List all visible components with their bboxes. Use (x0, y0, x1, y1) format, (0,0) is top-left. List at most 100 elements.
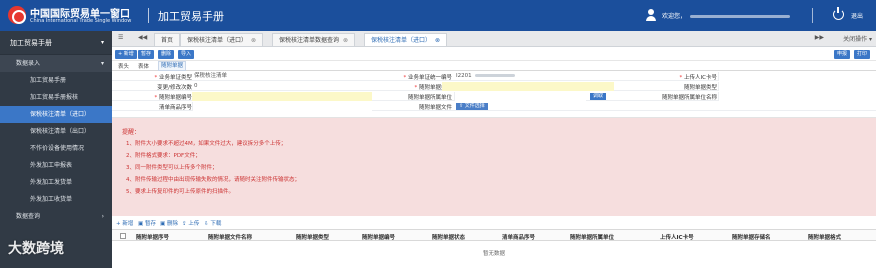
sidebar-item-outsourcing-declaration[interactable]: 外发加工申报表 (0, 157, 112, 174)
select-all-checkbox[interactable] (120, 233, 126, 239)
sidebar: 加工贸易手册 ▾ 数据录入 ▾ 加工贸易手册 加工贸易手册报核 保税核注清单（进口）… (0, 31, 112, 268)
system-title: 加工贸易手册 (158, 10, 224, 23)
col-list-item-no[interactable]: 清单商品序号 (502, 233, 535, 241)
uploader-ic-label-text: 上传人IC卡号 (684, 75, 717, 81)
uploader-ic-field[interactable] (718, 72, 876, 81)
sidebar-section-data-entry[interactable]: 数据录入 ▾ (0, 55, 112, 72)
new-button[interactable]: + 新增 (115, 50, 137, 59)
save-draft-button[interactable]: 暂存 (138, 50, 155, 59)
close-operations-dropdown[interactable]: 关闭操作 ▾ (843, 34, 872, 43)
app-header: 中国国际贸易单一窗口 China International Trade Sin… (0, 0, 876, 31)
menu-toggle-icon[interactable]: ☰ (118, 34, 123, 41)
biz-doc-no-field: I2201 (454, 72, 614, 81)
attach-delete-button[interactable]: ▣ 删除 (160, 219, 178, 227)
attach-save-button[interactable]: ▣ 暂存 (138, 219, 156, 227)
power-icon[interactable] (833, 7, 844, 20)
sidebar-section-label: 数据录入 (16, 60, 41, 67)
col-attach-type[interactable]: 随附单据类型 (296, 233, 329, 241)
masked-username (690, 15, 791, 18)
biz-doc-no-value: I2201 (456, 73, 472, 79)
tab-bonded-list-query[interactable]: 保税核注清单数据查询 ⊗ (272, 33, 356, 46)
import-button[interactable]: 导入 (178, 50, 195, 59)
sidebar-top-menu[interactable]: 加工贸易手册 ▾ (0, 31, 112, 55)
attach-type-field[interactable] (442, 82, 614, 91)
col-attach-filename[interactable]: 随附单据文件名称 (208, 233, 252, 241)
tab-label: 保税核注清单（进口） (371, 37, 432, 44)
attach-upload-button[interactable]: ⇪ 上传 (182, 219, 199, 227)
attachment-toolbar: + 新增 ▣ 暂存 ▣ 删除 ⇪ 上传 ⇩ 下载 (112, 217, 876, 228)
chevron-down-icon: ▾ (100, 39, 104, 46)
attach-new-button[interactable]: + 新增 (116, 219, 133, 227)
biz-doc-type-label: * 业务单证类型 (114, 73, 192, 81)
uploader-ic-label: * 上传人IC卡号 (632, 73, 717, 81)
form-row: * 随附单据编号 随附单据所属单位 调取 随附单据所属单位名称 (112, 92, 876, 101)
tab-scroll-right-icon[interactable]: ▶▶ (815, 34, 824, 41)
empty-table-message: 暂无数据 (482, 251, 505, 257)
sub-tabs: 表头 表体 随附单据 (112, 61, 876, 71)
col-storage-name[interactable]: 随附单据存储名 (732, 233, 771, 241)
col-attach-seq[interactable]: 随附单据序号 (136, 233, 169, 241)
attach-type-dup-field[interactable] (718, 82, 876, 91)
welcome-text: 欢迎您， (662, 11, 791, 20)
change-count-label: 变更/修改次数 (157, 85, 192, 91)
attachment-form: * 业务单证类型 保税核注清单 * 业务单证统一编号 I2201 * 上传人IC… (112, 71, 876, 118)
tab-home[interactable]: 首页 (154, 33, 181, 46)
fetch-unit-button[interactable]: 调取 (590, 93, 607, 100)
sidebar-item-bonded-list-import[interactable]: 保税核注清单（进口） (0, 106, 112, 123)
select-file-button[interactable]: ⇪ 文件选择 (456, 103, 488, 110)
attach-type-dup-label: 随附单据类型 (683, 85, 717, 91)
tab-bonded-list-import[interactable]: 保税核注清单（进口） ⊗ (180, 33, 264, 46)
col-attach-no[interactable]: 随附单据编号 (362, 233, 395, 241)
save-icon: ▣ (138, 221, 145, 227)
attach-save-label: 暂存 (144, 221, 156, 227)
notice-line: 5、要求上传复印件的可上传原件的扫描件。 (126, 189, 235, 195)
user-icon (645, 9, 657, 21)
attach-unit-name-field[interactable] (718, 92, 876, 101)
attach-download-label: 下载 (210, 221, 222, 227)
print-button[interactable]: 打印 (854, 50, 871, 59)
attach-no-field[interactable] (192, 92, 372, 101)
sidebar-item-processing-manual[interactable]: 加工贸易手册 (0, 72, 112, 89)
header-divider-right (812, 8, 813, 23)
notice-line: 4、附件传输过程中由出现传输失败的情况，请随时关注附件传输状态； (126, 177, 301, 183)
attach-download-button[interactable]: ⇩ 下载 (204, 219, 221, 227)
main-content: ☰ ◀◀ 首页 保税核注清单（进口） ⊗ 保税核注清单数据查询 ⊗ 保税核注清单（进… (112, 31, 876, 268)
sidebar-item-bonded-list-export[interactable]: 保税核注清单（出口） (0, 123, 112, 140)
sidebar-item-equipment-usage[interactable]: 不作价设备使用情况 (0, 140, 112, 157)
tab-scroll-left-icon[interactable]: ◀◀ (138, 34, 147, 41)
select-file-label: 文件选择 (464, 103, 485, 109)
col-attach-format[interactable]: 随附单据格式 (808, 233, 841, 241)
brand-name-en: China International Trade Single Window (30, 18, 132, 24)
close-icon[interactable]: ⊗ (251, 37, 256, 44)
list-item-no-field[interactable] (192, 102, 372, 111)
col-uploader-ic[interactable]: 上传人IC卡号 (660, 233, 694, 241)
sidebar-item-outsourcing-receipt[interactable]: 外发加工收货单 (0, 191, 112, 208)
welcome-label: 欢迎您， (662, 13, 687, 20)
tab-bonded-list-import-active[interactable]: 保税核注清单（进口） ⊗ (364, 33, 448, 46)
delete-button[interactable]: 删除 (158, 50, 175, 59)
notice-line: 1、附件大小要求不超过4M，如果文件过大，建议拆分多个上传； (126, 141, 287, 147)
subtab-body[interactable]: 表体 (138, 62, 149, 70)
chevron-right-icon: › (101, 213, 104, 220)
sidebar-top-label: 加工贸易手册 (10, 39, 52, 47)
logout-link[interactable]: 退出 (851, 11, 863, 20)
form-row: 清单商品序号 随附单据文件 ⇪ 文件选择 (112, 102, 876, 111)
tab-label: 保税核注清单数据查询 (279, 37, 340, 44)
chevron-down-icon: ▾ (100, 60, 104, 67)
close-icon[interactable]: ⊗ (343, 37, 348, 44)
sidebar-item-manual-verification[interactable]: 加工贸易手册报核 (0, 89, 112, 106)
col-attach-status[interactable]: 随附单据状态 (432, 233, 465, 241)
attach-unit-field[interactable] (454, 92, 586, 101)
attach-no-label-text: 随附单据编号 (158, 95, 192, 101)
sidebar-item-outsourcing-shipment[interactable]: 外发加工发货单 (0, 174, 112, 191)
sidebar-section-data-query[interactable]: 数据查询 › (0, 208, 112, 225)
tab-label: 首页 (161, 37, 174, 44)
subtab-attachments[interactable]: 随附单据 (158, 61, 187, 71)
subtab-header[interactable]: 表头 (118, 62, 129, 70)
upload-notice: 提醒： 1、附件大小要求不超过4M，如果文件过大，建议拆分多个上传； 2、附件格… (112, 118, 876, 216)
close-icon[interactable]: ⊗ (435, 37, 440, 44)
attach-unit-label: 随附单据所属单位 (407, 95, 452, 101)
form-row: 变更/修改次数 0 * 随附单据类型 随附单据类型 (112, 82, 876, 91)
col-attach-unit[interactable]: 随附单据所属单位 (570, 233, 614, 241)
declare-button[interactable]: 申报 (834, 50, 851, 59)
